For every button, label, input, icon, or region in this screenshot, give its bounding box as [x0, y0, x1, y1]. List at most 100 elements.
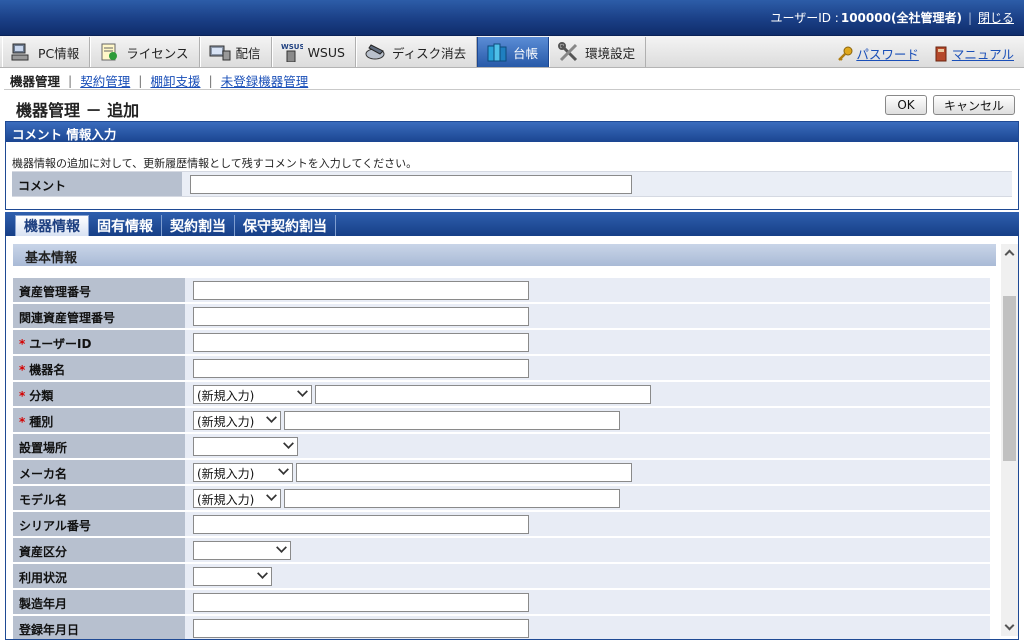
chevron-down-icon	[1004, 620, 1015, 631]
ok-button[interactable]: OK	[885, 95, 927, 115]
distribution-icon	[209, 42, 231, 62]
category-input[interactable]	[315, 385, 651, 404]
tab-contract-assign[interactable]: 契約割当	[162, 215, 235, 236]
field-label: メーカ名	[19, 467, 68, 481]
inner-tab-strip: 機器情報 固有情報 契約割当 保守契約割当	[5, 212, 1019, 236]
field-label: 登録年月日	[19, 623, 80, 637]
form-row-location: 設置場所	[13, 434, 990, 460]
field-label: 製造年月	[19, 597, 68, 611]
type-input[interactable]	[284, 411, 620, 430]
cancel-button[interactable]: キャンセル	[933, 95, 1015, 115]
related-asset-number-input[interactable]	[193, 307, 529, 326]
scroll-up-button[interactable]	[1001, 244, 1018, 261]
model-input[interactable]	[284, 489, 620, 508]
location-select[interactable]	[193, 437, 298, 456]
registration-date-input[interactable]	[193, 619, 529, 638]
nav-tab-pc-info[interactable]: PC情報	[2, 37, 91, 67]
chevron-down-icon	[276, 542, 287, 553]
chevron-down-icon	[266, 412, 277, 423]
divider: |	[967, 10, 972, 25]
comment-input[interactable]	[190, 175, 632, 194]
vertical-scrollbar[interactable]	[1001, 244, 1018, 636]
field-label: 機器名	[29, 363, 66, 377]
asset-class-select[interactable]	[193, 541, 291, 560]
comment-label: コメント	[12, 172, 182, 196]
nav-tab-settings[interactable]: 環境設定	[549, 37, 647, 67]
license-icon	[99, 42, 121, 62]
form-row-asset-number: 資産管理番号	[13, 278, 990, 304]
manual-link[interactable]: マニュアル	[952, 44, 1014, 63]
maker-select[interactable]: (新規入力)	[193, 463, 293, 482]
nav-tab-label: 台帳	[513, 45, 539, 61]
chevron-down-icon	[283, 438, 294, 449]
sub-nav-inventory[interactable]: 棚卸支援	[150, 71, 200, 90]
scroll-down-button[interactable]	[1001, 619, 1018, 636]
form-row-type: * 種別 (新規入力)	[13, 408, 990, 434]
password-link[interactable]: パスワード	[856, 44, 919, 63]
comment-panel-header: コメント 情報入力	[6, 122, 1018, 142]
svg-text:WSUS: WSUS	[281, 43, 303, 51]
tab-specific-info[interactable]: 固有情報	[89, 215, 162, 236]
nav-tab-wsus[interactable]: WSUS WSUS	[271, 37, 356, 67]
form-row-registration-date: 登録年月日	[13, 616, 990, 639]
form-row-asset-class: 資産区分	[13, 538, 990, 564]
form-rows: 資産管理番号 関連資産管理番号 * ユーザーID * 機器名 * 分類 (新規入力) …	[13, 278, 990, 639]
user-info: ユーザーID : 100000(全社管理者) | 閉じる	[770, 9, 1014, 26]
sub-nav-unregistered[interactable]: 未登録機器管理	[221, 71, 309, 90]
scroll-thumb[interactable]	[1003, 296, 1016, 461]
ledger-icon	[486, 42, 508, 62]
nav-tab-license[interactable]: ライセンス	[90, 37, 200, 67]
field-label: ユーザーID	[29, 337, 92, 351]
field-label: 資産管理番号	[19, 285, 92, 299]
usage-status-select[interactable]	[193, 567, 272, 586]
sub-nav-current: 機器管理	[10, 74, 61, 89]
comment-panel: コメント 情報入力 機器情報の追加に対して、更新履歴情報として残すコメントを入力…	[5, 121, 1019, 210]
sub-nav-contract[interactable]: 契約管理	[80, 71, 130, 90]
tab-maintenance-contract-assign[interactable]: 保守契約割当	[235, 215, 336, 236]
chevron-up-icon	[1004, 249, 1015, 260]
type-select[interactable]: (新規入力)	[193, 411, 281, 430]
user-id-value: 100000(全社管理者)	[840, 11, 962, 25]
nav-tab-label: ライセンス	[126, 45, 189, 61]
close-link[interactable]: 閉じる	[978, 9, 1014, 26]
field-label: 関連資産管理番号	[19, 311, 116, 325]
maker-input[interactable]	[296, 463, 632, 482]
form-row-serial: シリアル番号	[13, 512, 990, 538]
form-row-manufacture-date: 製造年月	[13, 590, 990, 616]
field-label: 資産区分	[19, 545, 68, 559]
divider	[4, 89, 1020, 90]
field-label: 種別	[29, 415, 54, 429]
user-id-label: ユーザーID :	[770, 11, 839, 25]
manufacture-date-input[interactable]	[193, 593, 529, 612]
nav-tab-distribution[interactable]: 配信	[199, 37, 272, 67]
section-title: 基本情報	[13, 244, 996, 266]
device-name-input[interactable]	[193, 359, 529, 378]
content-area: 基本情報 資産管理番号 関連資産管理番号 * ユーザーID * 機器名 * 分類 (新…	[5, 236, 1019, 640]
chevron-down-icon	[297, 386, 308, 397]
model-select[interactable]: (新規入力)	[193, 489, 281, 508]
form-row-model: モデル名 (新規入力)	[13, 486, 990, 512]
field-label: 設置場所	[19, 441, 68, 455]
nav-tab-disk-erase[interactable]: ディスク消去	[355, 37, 478, 67]
page-title: 機器管理 － 追加	[16, 101, 140, 120]
required-mark: *	[19, 389, 26, 403]
tab-device-info[interactable]: 機器情報	[15, 215, 89, 236]
pc-icon	[11, 42, 33, 62]
wsus-icon: WSUS	[281, 42, 304, 63]
chevron-down-icon	[257, 568, 268, 579]
serial-number-input[interactable]	[193, 515, 529, 534]
nav-tab-ledger[interactable]: 台帳	[477, 37, 550, 67]
manual-book-icon	[933, 46, 949, 62]
user-id-input[interactable]	[193, 333, 529, 352]
form-row-maker: メーカ名 (新規入力)	[13, 460, 990, 486]
nav-tab-label: WSUS	[307, 44, 345, 60]
chevron-down-icon	[278, 464, 289, 475]
nav-tab-label: ディスク消去	[391, 45, 467, 61]
category-select[interactable]: (新規入力)	[193, 385, 312, 404]
disk-erase-icon	[365, 42, 387, 62]
form-row-device-name: * 機器名	[13, 356, 990, 382]
form-row-related-asset-number: 関連資産管理番号	[13, 304, 990, 330]
required-mark: *	[19, 337, 26, 351]
asset-number-input[interactable]	[193, 281, 529, 300]
nav-tab-label: PC情報	[38, 45, 80, 61]
